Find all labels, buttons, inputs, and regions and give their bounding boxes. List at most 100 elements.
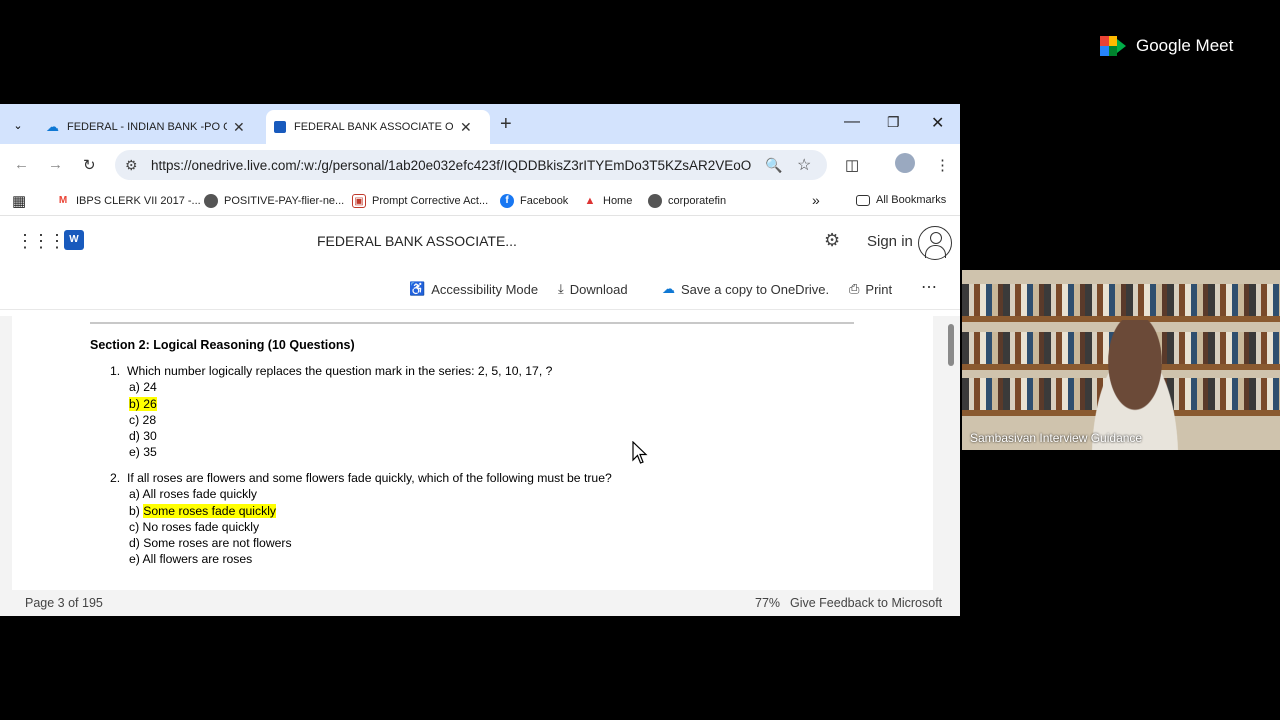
horizontal-rule (90, 322, 854, 324)
document-page: Section 2: Logical Reasoning (10 Questio… (12, 316, 933, 590)
bookmark-corporatefin[interactable]: corporatefin (648, 194, 726, 208)
new-tab-plus-icon[interactable]: + (500, 113, 512, 136)
highlighted-answer: Some roses fade quickly (143, 503, 277, 518)
option-highlighted: b) Some roses fade quickly (129, 503, 277, 518)
bookmark-home[interactable]: ▲ Home (583, 194, 633, 208)
option: a) All roses fade quickly (129, 487, 258, 502)
home-icon: ▲ (584, 195, 596, 207)
tab-label: FEDERAL BANK ASSOCIATE OFFICE (294, 121, 454, 133)
minimize-icon[interactable]: — (844, 113, 860, 131)
onedrive-cloud-icon: ☁ (662, 281, 675, 296)
option: d) 30 (129, 429, 157, 444)
save-copy-label: Save a copy to OneDrive. (681, 281, 830, 297)
word-icon (274, 121, 286, 133)
restore-icon[interactable]: ❐ (887, 114, 900, 131)
tab-federal-bank-associate[interactable]: FEDERAL BANK ASSOCIATE OFFICE ✕ (266, 110, 490, 144)
browser-toolbar: ← → ↻ ⚙ https://onedrive.live.com/:w:/g/… (0, 144, 960, 186)
printer-icon: ⎙ (849, 281, 860, 296)
mouse-cursor-icon (632, 441, 648, 464)
app-launcher-icon[interactable]: ⋮⋮⋮ (16, 231, 66, 252)
feedback-link[interactable]: Give Feedback to Microsoft (790, 596, 942, 610)
word-app-header: ⋮⋮⋮ W FEDERAL BANK ASSOCIATE... ⚙ Sign i… (0, 216, 960, 268)
participant-video-tile[interactable] (962, 270, 1280, 450)
tab-label: FEDERAL - INDIAN BANK -PO CLE (67, 121, 227, 133)
bookmark-facebook[interactable]: f Facebook (500, 194, 568, 208)
status-bar: Page 3 of 195 77% Give Feedback to Micro… (0, 590, 960, 616)
profile-avatar[interactable] (895, 153, 915, 173)
gmail-icon: M (56, 194, 70, 208)
settings-gear-icon[interactable]: ⚙ (824, 230, 840, 251)
account-avatar-icon[interactable] (918, 226, 952, 260)
screen: { "browser": { "tabs": [ {"label": "FEDE… (0, 0, 1280, 720)
option: e) All flowers are roses (129, 552, 253, 567)
close-tab-icon[interactable]: ✕ (233, 119, 245, 136)
save-copy-button[interactable]: ☁ Save a copy to OneDrive. (662, 281, 829, 297)
accessibility-mode-button[interactable]: ♿ Accessibility Mode (409, 281, 538, 297)
document-title[interactable]: FEDERAL BANK ASSOCIATE... (317, 233, 517, 249)
accessibility-label: Accessibility Mode (431, 281, 539, 297)
bookmark-label: IBPS CLERK VII 2017 -... (76, 195, 201, 207)
tab-search-chevron-icon[interactable]: ⌄ (8, 115, 28, 135)
google-meet-logo-icon (1100, 36, 1126, 56)
bookmark-icon: ▣ (352, 194, 366, 208)
accessibility-icon: ♿ (409, 281, 426, 296)
forward-arrow-icon[interactable]: → (48, 156, 63, 173)
zoom-magnifier-icon[interactable]: 🔍 (765, 157, 782, 174)
site-settings-icon[interactable]: ⚙ (125, 157, 138, 174)
download-icon: ⤓ (558, 281, 564, 296)
more-bookmarks-icon[interactable]: » (812, 192, 820, 208)
facebook-icon: f (500, 194, 514, 208)
option-highlighted: b) 26 (129, 396, 157, 411)
question-1: 1. Which number logically replaces the q… (110, 363, 552, 461)
bookmark-ibps[interactable]: M IBPS CLERK VII 2017 -... (56, 194, 201, 208)
browser-menu-icon[interactable]: ⋮ (935, 156, 950, 174)
all-bookmarks-label: All Bookmarks (876, 194, 947, 206)
sign-in-button[interactable]: Sign in (867, 233, 913, 250)
download-button[interactable]: ⤓ Download (558, 281, 628, 297)
bookmarks-bar: ▦ M IBPS CLERK VII 2017 -... POSITIVE-PA… (0, 186, 960, 216)
zoom-level[interactable]: 77% (755, 596, 780, 610)
close-tab-icon[interactable]: ✕ (460, 119, 472, 136)
url-text: https://onedrive.live.com/:w:/g/personal… (151, 157, 751, 173)
download-label: Download (569, 281, 628, 297)
participant-name-label: Sambasivan Interview Guidance (970, 431, 1143, 445)
google-meet-label: Google Meet (1136, 36, 1234, 55)
extensions-icon[interactable]: ◫ (845, 156, 859, 174)
onedrive-icon: ☁ (46, 119, 59, 134)
option: a) 24 (129, 380, 157, 395)
bookmark-prompt-corrective[interactable]: ▣ Prompt Corrective Act... (352, 194, 488, 208)
tab-federal-indian-bank[interactable]: ☁ FEDERAL - INDIAN BANK -PO CLE ✕ (38, 110, 260, 144)
question-2: 2. If all roses are flowers and some flo… (110, 470, 612, 568)
vertical-scrollbar[interactable] (948, 324, 954, 366)
reload-icon[interactable]: ↻ (83, 156, 96, 174)
bookmark-label: Prompt Corrective Act... (372, 195, 489, 207)
question-text: 2. If all roses are flowers and some flo… (110, 471, 612, 485)
globe-icon (204, 194, 218, 208)
address-bar[interactable]: ⚙ https://onedrive.live.com/:w:/g/person… (115, 150, 827, 180)
question-text: 1. Which number logically replaces the q… (110, 364, 553, 378)
document-viewport[interactable]: Section 2: Logical Reasoning (10 Questio… (0, 316, 960, 590)
page-count: Page 3 of 195 (25, 596, 103, 610)
browser-window: ⌄ ☁ FEDERAL - INDIAN BANK -PO CLE ✕ FEDE… (0, 104, 960, 616)
apps-grid-icon[interactable]: ▦ (12, 192, 26, 210)
folder-icon (856, 194, 870, 206)
print-button[interactable]: ⎙ Print (849, 281, 892, 297)
bookmark-star-icon[interactable]: ☆ (797, 155, 811, 175)
option: d) Some roses are not flowers (129, 536, 292, 551)
bookmark-positive-pay[interactable]: POSITIVE-PAY-flier-ne... (204, 194, 344, 208)
option: e) 35 (129, 445, 157, 460)
section-heading: Section 2: Logical Reasoning (10 Questio… (90, 338, 355, 352)
command-bar: ♿ Accessibility Mode ⤓ Download ☁ Save a… (0, 268, 960, 310)
tab-strip: ⌄ ☁ FEDERAL - INDIAN BANK -PO CLE ✕ FEDE… (0, 104, 960, 144)
word-logo-icon[interactable]: W (64, 230, 84, 250)
all-bookmarks[interactable]: All Bookmarks (856, 194, 946, 206)
bookmark-label: Home (603, 195, 633, 207)
option: c) 28 (129, 412, 157, 427)
books-row (962, 284, 1280, 318)
more-options-icon[interactable]: ⋯ (921, 277, 937, 297)
close-window-icon[interactable]: ✕ (931, 113, 944, 133)
print-label: Print (865, 281, 893, 297)
option: c) No roses fade quickly (129, 519, 260, 534)
bookmark-label: POSITIVE-PAY-flier-ne... (224, 195, 345, 207)
back-arrow-icon[interactable]: ← (14, 156, 29, 173)
